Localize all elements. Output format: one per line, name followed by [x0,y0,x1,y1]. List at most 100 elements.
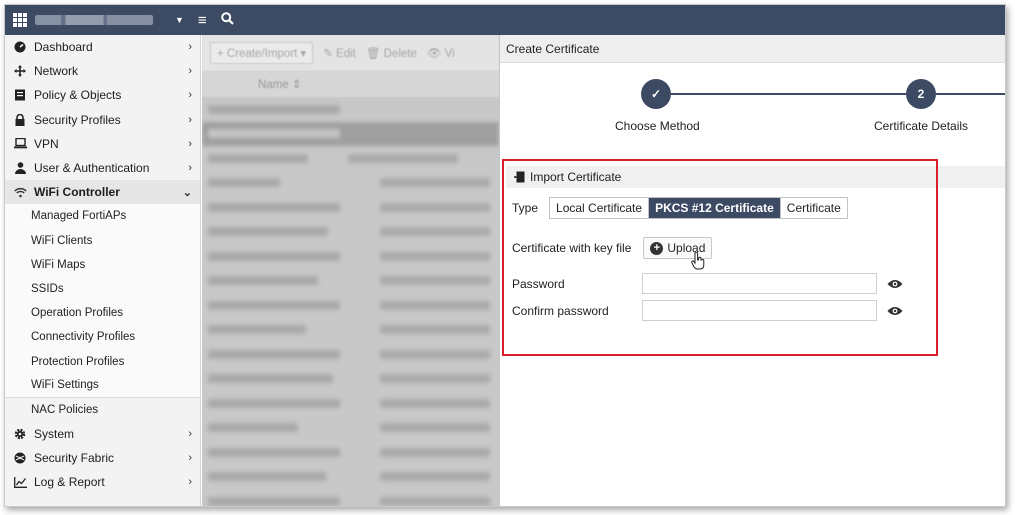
sidebar-subitem-operation-profiles[interactable]: Operation Profiles [5,301,200,326]
plus-circle-icon: + [650,241,664,255]
table-row[interactable] [202,318,499,343]
sidebar-subitem-wifi-settings[interactable]: WiFi Settings [5,373,200,398]
table-row[interactable] [202,391,499,416]
password-row: Password [512,273,903,294]
table-row[interactable] [202,146,499,171]
table-row[interactable] [202,440,499,465]
hostname-masked[interactable] [35,15,153,25]
table-row[interactable] [202,171,499,196]
step-connector [936,93,1005,95]
lock-icon [13,113,27,126]
eye-icon[interactable] [887,279,903,289]
chevron-right-icon: › [188,65,192,78]
sidebar-item-dashboard[interactable]: Dashboard › [5,35,200,59]
search-icon[interactable] [220,12,234,28]
user-icon [13,162,27,175]
column-header-name[interactable]: Name ⇕ [258,77,302,91]
confirm-password-row: Confirm password [512,300,903,321]
table-row[interactable] [202,220,499,245]
table-row[interactable] [202,367,499,392]
sidebar-item-vpn[interactable]: VPN › [5,132,200,156]
sidebar-item-label: Policy & Objects [34,88,122,103]
table-row[interactable] [202,244,499,269]
dashboard-icon [13,41,27,53]
sidebar-subitem-connectivity-profiles[interactable]: Connectivity Profiles [5,325,200,350]
gear-icon [13,428,27,440]
table-row[interactable] [202,465,499,490]
wizard-stepper: ✓ 2 Choose Method Certificate Details [500,63,1005,163]
table-row[interactable] [202,293,499,318]
app-window: ▼ ≡ Dashboard › Network › Policy & Objec… [4,4,1006,507]
sidebar-item-system[interactable]: System › [5,422,200,446]
sidebar-item-label: Network [34,64,79,79]
sidebar-subitem-protection-profiles[interactable]: Protection Profiles [5,349,200,374]
list-toolbar: + Create/Import ▾ ✎ Edit 🗑 Delete 👁 Vi [202,35,499,71]
sidebar-item-label: User & Authentication [34,161,150,176]
sidebar-item-network[interactable]: Network › [5,59,200,83]
fabric-icon [13,452,27,464]
top-bar: ▼ ≡ [5,5,1005,35]
import-certificate-icon [514,171,525,183]
laptop-icon [13,138,27,149]
table-row[interactable] [202,195,499,220]
type-option-local-certificate[interactable]: Local Certificate [550,198,650,218]
password-field[interactable] [642,273,877,294]
step-complete-check-icon: ✓ [641,79,671,109]
chevron-right-icon: › [188,162,192,175]
table-row[interactable] [202,121,499,146]
chevron-down-icon[interactable]: ▼ [175,15,184,25]
sidebar-item-label: Dashboard [34,40,93,55]
table-row[interactable] [202,416,499,441]
sidebar-item-label: VPN [34,136,59,151]
chevron-right-icon: › [188,452,192,465]
hamburger-icon[interactable]: ≡ [198,13,207,28]
step-connector [671,93,906,95]
view-button[interactable]: 👁 Vi [427,46,455,60]
step-number-badge: 2 [906,79,936,109]
edit-button[interactable]: ✎ Edit [323,46,356,60]
chart-icon [13,476,27,488]
sidebar-subitem-managed-fortiaps[interactable]: Managed FortiAPs [5,204,200,229]
type-option-pkcs12-certificate[interactable]: PKCS #12 Certificate [649,198,781,218]
sidebar-item-security-profiles[interactable]: Security Profiles › [5,108,200,132]
create-import-button[interactable]: + Create/Import ▾ [210,42,314,64]
confirm-password-field[interactable] [642,300,877,321]
certificate-key-file-label: Certificate with key file [512,241,632,255]
type-option-certificate[interactable]: Certificate [781,198,847,218]
chevron-right-icon: › [188,41,192,54]
eye-icon[interactable] [887,306,903,316]
sidebar-item-label: Security Fabric [34,451,115,466]
sidebar-subitem-wifi-maps[interactable]: WiFi Maps [5,252,200,277]
network-icon [13,65,27,78]
sidebar-subitem-nac-policies[interactable]: NAC Policies [5,397,200,422]
chevron-right-icon: › [188,113,192,126]
certificate-list-pane: + Create/Import ▾ ✎ Edit 🗑 Delete 👁 Vi N… [202,35,499,506]
sidebar-item-wifi-controller[interactable]: WiFi Controller ⌄ [5,180,200,205]
table-row[interactable] [202,97,499,122]
type-label: Type [512,201,539,215]
table-row[interactable] [202,489,499,506]
chevron-right-icon: › [188,89,192,102]
table-row[interactable] [202,342,499,367]
sidebar-item-log-report[interactable]: Log & Report › [5,470,200,494]
import-certificate-section-header: Import Certificate [506,166,1005,188]
chevron-right-icon: › [188,476,192,489]
sidebar-item-label: System [34,427,75,442]
certificate-type-selector: Local Certificate PKCS #12 Certificate C… [549,197,848,219]
step-label-choose-method: Choose Method [615,119,700,133]
sidebar-item-policy-objects[interactable]: Policy & Objects › [5,83,200,107]
sidebar-subitem-ssids[interactable]: SSIDs [5,276,200,302]
delete-button[interactable]: 🗑 Delete [366,46,417,60]
sidebar-item-label: Security Profiles [34,112,121,127]
list-column-header[interactable]: Name ⇕ [202,71,499,97]
sidebar-item-security-fabric[interactable]: Security Fabric › [5,446,200,470]
hand-pointer-cursor-icon [691,251,705,273]
fortinet-logo-icon [13,13,29,27]
sidebar-subitem-wifi-clients[interactable]: WiFi Clients [5,228,200,253]
panel-title: Create Certificate [500,35,1005,63]
certificate-file-row: Certificate with key file + Upload [512,237,713,259]
wifi-icon [13,187,27,198]
table-row[interactable] [202,269,499,294]
sidebar-item-label: Log & Report [34,475,105,490]
sidebar-item-user-authentication[interactable]: User & Authentication › [5,156,200,180]
